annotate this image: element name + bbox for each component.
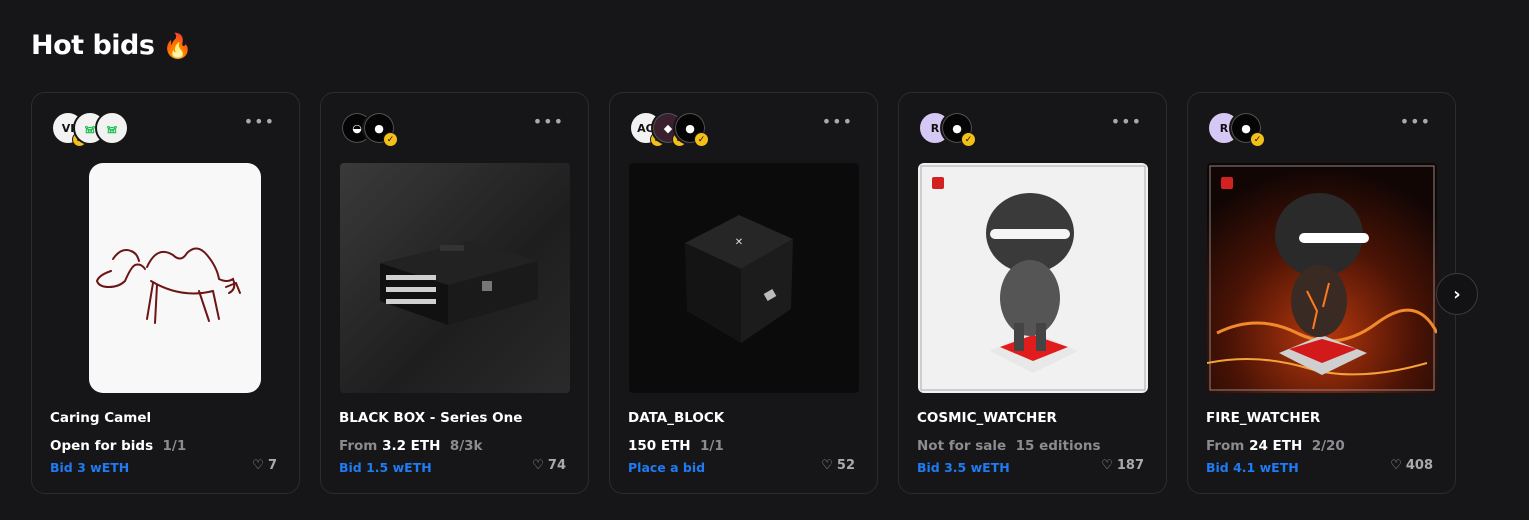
like-count: 187	[1116, 458, 1144, 473]
price-info: 150 ETH 1/1	[628, 438, 724, 454]
price-value: Not for sale	[917, 438, 1007, 454]
nft-title[interactable]: DATA_BLOCK	[628, 410, 724, 426]
owner-avatars: R ● ✓	[918, 111, 976, 147]
nft-card[interactable]: R ● ✓ ••• COSMIC_WATCHER Not for sale 15 …	[898, 92, 1167, 494]
edition-count: 2/20	[1311, 438, 1345, 454]
price-info: From 24 ETH 2/20	[1206, 438, 1345, 454]
price-prefix: From	[339, 438, 378, 454]
avatar[interactable]: ● ✓	[940, 111, 976, 147]
avatar[interactable]: ● ✓	[1229, 111, 1265, 147]
owner-avatars: ◒ ● ✓	[340, 111, 398, 147]
price-value: 150 ETH	[628, 438, 691, 454]
price-value: 3.2 ETH	[382, 438, 441, 454]
heart-icon: ♡	[1101, 458, 1113, 473]
nft-card[interactable]: ◒ ● ✓ ••• BLACK BOX - Series One From 3.2…	[320, 92, 589, 494]
avatar-label: R	[1219, 121, 1229, 135]
highest-bid-link[interactable]: Bid 1.5 wETH	[339, 460, 432, 475]
owner-avatars: R ● ✓	[1207, 111, 1265, 147]
heart-icon: ♡	[532, 458, 544, 473]
more-options-icon[interactable]: •••	[244, 114, 275, 130]
avatar[interactable]: ● ✓	[673, 111, 709, 147]
owner-avatars: AO✓ ◆✓ ●✓	[629, 111, 709, 147]
highest-bid-link[interactable]: Bid 3.5 wETH	[917, 460, 1010, 475]
nft-image[interactable]	[918, 163, 1148, 393]
price-value: 24 ETH	[1249, 438, 1303, 454]
like-button[interactable]: ♡ 408	[1390, 458, 1433, 473]
chevron-right-icon: ›	[1453, 283, 1461, 305]
price-info: Open for bids 1/1	[50, 438, 186, 454]
like-count: 52	[836, 458, 855, 473]
avatar-label: 𖠌	[84, 121, 96, 136]
avatar[interactable]: 𖠌	[95, 111, 129, 145]
carousel-next-button[interactable]: ›	[1436, 273, 1478, 315]
like-button[interactable]: ♡ 52	[821, 458, 855, 473]
like-button[interactable]: ♡ 74	[532, 458, 566, 473]
verified-badge-icon: ✓	[961, 132, 976, 147]
edition-count: 1/1	[162, 438, 187, 454]
avatar-label: 𖠌	[106, 121, 118, 136]
like-count: 408	[1405, 458, 1433, 473]
heart-icon: ♡	[1390, 458, 1402, 473]
nft-title[interactable]: FIRE_WATCHER	[1206, 410, 1320, 426]
like-count: 74	[547, 458, 566, 473]
highest-bid-link[interactable]: Bid 3 wETH	[50, 460, 129, 475]
avatar-label: R	[930, 121, 940, 135]
nft-card[interactable]: VI✓ 𖠌 𖠌 ••• Caring Camel Open for	[31, 92, 300, 494]
more-options-icon[interactable]: •••	[533, 114, 564, 130]
more-options-icon[interactable]: •••	[1111, 114, 1142, 130]
place-bid-link[interactable]: Place a bid	[628, 460, 705, 475]
price-info: From 3.2 ETH 8/3k	[339, 438, 483, 454]
avatar[interactable]: ● ✓	[362, 111, 398, 147]
heart-icon: ♡	[252, 458, 264, 473]
more-options-icon[interactable]: •••	[1400, 114, 1431, 130]
flame-icon: 🔥	[162, 31, 192, 60]
like-button[interactable]: ♡ 7	[252, 458, 277, 473]
edition-count: 15 editions	[1015, 438, 1101, 454]
heart-icon: ♡	[821, 458, 833, 473]
section-title-text: Hot bids	[31, 30, 155, 61]
verified-badge-icon: ✓	[694, 132, 709, 147]
highest-bid-link[interactable]: Bid 4.1 wETH	[1206, 460, 1299, 475]
section-title: Hot bids 🔥	[31, 30, 192, 61]
hot-bids-carousel: VI✓ 𖠌 𖠌 ••• Caring Camel Open for	[31, 92, 1456, 494]
nft-title[interactable]: COSMIC_WATCHER	[917, 410, 1057, 426]
like-button[interactable]: ♡ 187	[1101, 458, 1144, 473]
verified-badge-icon: ✓	[1250, 132, 1265, 147]
price-value: Open for bids	[50, 438, 154, 454]
nft-card[interactable]: R ●✓ ••• FIRE_WATCHER From 24 ETH 2/20	[1187, 92, 1456, 494]
nft-image[interactable]	[1207, 163, 1437, 393]
nft-image[interactable]	[340, 163, 570, 393]
price-prefix: From	[1206, 438, 1245, 454]
edition-count: 8/3k	[449, 438, 483, 454]
more-options-icon[interactable]: •••	[822, 114, 853, 130]
owner-avatars: VI✓ 𖠌 𖠌	[51, 111, 129, 147]
svg-text:✕: ✕	[735, 237, 743, 248]
nft-image[interactable]: ✕	[629, 163, 859, 393]
like-count: 7	[267, 458, 277, 473]
nft-title[interactable]: BLACK BOX - Series One	[339, 410, 522, 426]
verified-badge-icon: ✓	[383, 132, 398, 147]
nft-title[interactable]: Caring Camel	[50, 410, 151, 426]
edition-count: 1/1	[700, 438, 724, 454]
price-info: Not for sale 15 editions	[917, 438, 1101, 454]
nft-image[interactable]	[51, 163, 281, 393]
nft-card[interactable]: AO✓ ◆✓ ●✓ ••• ✕ DATA_BLOCK 150 ETH 1/1 P…	[609, 92, 878, 494]
